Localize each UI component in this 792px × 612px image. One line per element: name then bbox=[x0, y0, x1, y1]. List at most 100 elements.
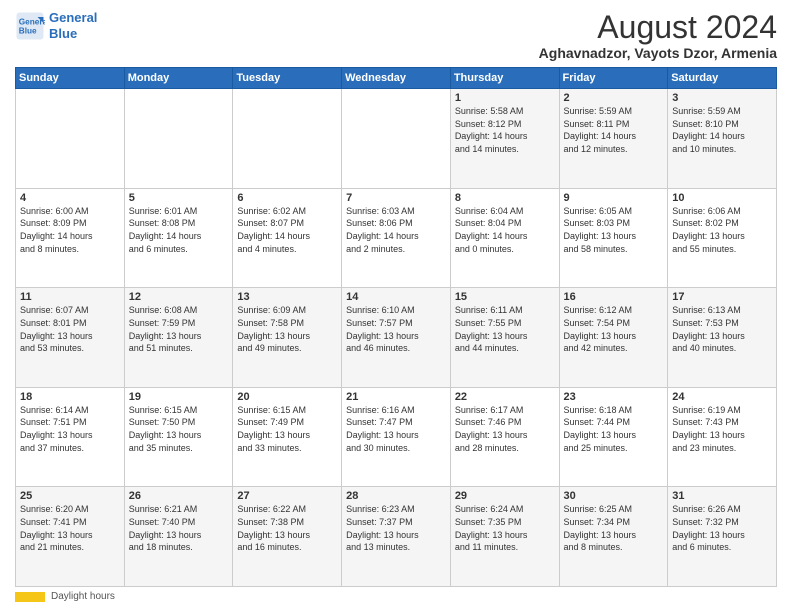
day-number: 10 bbox=[672, 192, 772, 204]
daylight-bar-icon bbox=[15, 592, 45, 602]
calendar-cell: 21Sunrise: 6:16 AM Sunset: 7:47 PM Dayli… bbox=[342, 387, 451, 487]
logo-icon: General Blue bbox=[15, 11, 45, 41]
calendar-cell: 17Sunrise: 6:13 AM Sunset: 7:53 PM Dayli… bbox=[668, 288, 777, 388]
main-title: August 2024 bbox=[539, 10, 777, 45]
calendar-week-row: 11Sunrise: 6:07 AM Sunset: 8:01 PM Dayli… bbox=[16, 288, 777, 388]
day-number: 31 bbox=[672, 490, 772, 502]
calendar-cell: 1Sunrise: 5:58 AM Sunset: 8:12 PM Daylig… bbox=[450, 89, 559, 189]
calendar-cell: 18Sunrise: 6:14 AM Sunset: 7:51 PM Dayli… bbox=[16, 387, 125, 487]
calendar-cell: 4Sunrise: 6:00 AM Sunset: 8:09 PM Daylig… bbox=[16, 188, 125, 288]
calendar-cell: 8Sunrise: 6:04 AM Sunset: 8:04 PM Daylig… bbox=[450, 188, 559, 288]
calendar-cell: 24Sunrise: 6:19 AM Sunset: 7:43 PM Dayli… bbox=[668, 387, 777, 487]
day-info: Sunrise: 6:05 AM Sunset: 8:03 PM Dayligh… bbox=[564, 205, 664, 255]
day-info: Sunrise: 6:01 AM Sunset: 8:08 PM Dayligh… bbox=[129, 205, 229, 255]
day-number: 23 bbox=[564, 391, 664, 403]
calendar-cell: 20Sunrise: 6:15 AM Sunset: 7:49 PM Dayli… bbox=[233, 387, 342, 487]
calendar-cell: 5Sunrise: 6:01 AM Sunset: 8:08 PM Daylig… bbox=[124, 188, 233, 288]
calendar-cell: 28Sunrise: 6:23 AM Sunset: 7:37 PM Dayli… bbox=[342, 487, 451, 587]
calendar-cell bbox=[16, 89, 125, 189]
calendar-cell: 22Sunrise: 6:17 AM Sunset: 7:46 PM Dayli… bbox=[450, 387, 559, 487]
calendar-week-row: 4Sunrise: 6:00 AM Sunset: 8:09 PM Daylig… bbox=[16, 188, 777, 288]
day-number: 24 bbox=[672, 391, 772, 403]
calendar-cell: 13Sunrise: 6:09 AM Sunset: 7:58 PM Dayli… bbox=[233, 288, 342, 388]
day-number: 8 bbox=[455, 192, 555, 204]
day-info: Sunrise: 6:14 AM Sunset: 7:51 PM Dayligh… bbox=[20, 404, 120, 454]
day-info: Sunrise: 6:20 AM Sunset: 7:41 PM Dayligh… bbox=[20, 503, 120, 553]
calendar-cell: 15Sunrise: 6:11 AM Sunset: 7:55 PM Dayli… bbox=[450, 288, 559, 388]
day-info: Sunrise: 6:25 AM Sunset: 7:34 PM Dayligh… bbox=[564, 503, 664, 553]
day-info: Sunrise: 6:06 AM Sunset: 8:02 PM Dayligh… bbox=[672, 205, 772, 255]
day-info: Sunrise: 5:59 AM Sunset: 8:11 PM Dayligh… bbox=[564, 105, 664, 155]
calendar-header-wednesday: Wednesday bbox=[342, 68, 451, 89]
day-number: 27 bbox=[237, 490, 337, 502]
day-number: 6 bbox=[237, 192, 337, 204]
day-number: 20 bbox=[237, 391, 337, 403]
footer-label: Daylight hours bbox=[51, 591, 115, 602]
day-info: Sunrise: 6:09 AM Sunset: 7:58 PM Dayligh… bbox=[237, 304, 337, 354]
day-info: Sunrise: 6:02 AM Sunset: 8:07 PM Dayligh… bbox=[237, 205, 337, 255]
calendar-cell: 11Sunrise: 6:07 AM Sunset: 8:01 PM Dayli… bbox=[16, 288, 125, 388]
calendar-header-friday: Friday bbox=[559, 68, 668, 89]
calendar-cell: 16Sunrise: 6:12 AM Sunset: 7:54 PM Dayli… bbox=[559, 288, 668, 388]
day-info: Sunrise: 6:00 AM Sunset: 8:09 PM Dayligh… bbox=[20, 205, 120, 255]
day-number: 26 bbox=[129, 490, 229, 502]
day-number: 14 bbox=[346, 291, 446, 303]
header: General Blue General Blue August 2024 Ag… bbox=[15, 10, 777, 61]
calendar-header-saturday: Saturday bbox=[668, 68, 777, 89]
day-info: Sunrise: 6:15 AM Sunset: 7:50 PM Dayligh… bbox=[129, 404, 229, 454]
day-number: 5 bbox=[129, 192, 229, 204]
calendar-cell: 23Sunrise: 6:18 AM Sunset: 7:44 PM Dayli… bbox=[559, 387, 668, 487]
day-number: 4 bbox=[20, 192, 120, 204]
title-block: August 2024 Aghavnadzor, Vayots Dzor, Ar… bbox=[539, 10, 777, 61]
day-number: 29 bbox=[455, 490, 555, 502]
calendar-week-row: 1Sunrise: 5:58 AM Sunset: 8:12 PM Daylig… bbox=[16, 89, 777, 189]
day-number: 17 bbox=[672, 291, 772, 303]
day-number: 28 bbox=[346, 490, 446, 502]
day-number: 13 bbox=[237, 291, 337, 303]
day-info: Sunrise: 6:24 AM Sunset: 7:35 PM Dayligh… bbox=[455, 503, 555, 553]
calendar-cell: 7Sunrise: 6:03 AM Sunset: 8:06 PM Daylig… bbox=[342, 188, 451, 288]
day-info: Sunrise: 6:13 AM Sunset: 7:53 PM Dayligh… bbox=[672, 304, 772, 354]
calendar-cell: 27Sunrise: 6:22 AM Sunset: 7:38 PM Dayli… bbox=[233, 487, 342, 587]
day-info: Sunrise: 6:18 AM Sunset: 7:44 PM Dayligh… bbox=[564, 404, 664, 454]
day-number: 12 bbox=[129, 291, 229, 303]
day-info: Sunrise: 6:07 AM Sunset: 8:01 PM Dayligh… bbox=[20, 304, 120, 354]
day-number: 18 bbox=[20, 391, 120, 403]
calendar-cell: 12Sunrise: 6:08 AM Sunset: 7:59 PM Dayli… bbox=[124, 288, 233, 388]
day-info: Sunrise: 6:22 AM Sunset: 7:38 PM Dayligh… bbox=[237, 503, 337, 553]
day-number: 2 bbox=[564, 92, 664, 104]
day-number: 9 bbox=[564, 192, 664, 204]
day-number: 30 bbox=[564, 490, 664, 502]
day-info: Sunrise: 6:17 AM Sunset: 7:46 PM Dayligh… bbox=[455, 404, 555, 454]
logo-text: General Blue bbox=[49, 10, 97, 41]
calendar-week-row: 25Sunrise: 6:20 AM Sunset: 7:41 PM Dayli… bbox=[16, 487, 777, 587]
day-info: Sunrise: 6:21 AM Sunset: 7:40 PM Dayligh… bbox=[129, 503, 229, 553]
calendar-header-sunday: Sunday bbox=[16, 68, 125, 89]
calendar-cell: 25Sunrise: 6:20 AM Sunset: 7:41 PM Dayli… bbox=[16, 487, 125, 587]
calendar-cell: 2Sunrise: 5:59 AM Sunset: 8:11 PM Daylig… bbox=[559, 89, 668, 189]
day-info: Sunrise: 6:08 AM Sunset: 7:59 PM Dayligh… bbox=[129, 304, 229, 354]
calendar-header-tuesday: Tuesday bbox=[233, 68, 342, 89]
calendar-cell: 9Sunrise: 6:05 AM Sunset: 8:03 PM Daylig… bbox=[559, 188, 668, 288]
day-info: Sunrise: 6:04 AM Sunset: 8:04 PM Dayligh… bbox=[455, 205, 555, 255]
day-info: Sunrise: 6:26 AM Sunset: 7:32 PM Dayligh… bbox=[672, 503, 772, 553]
calendar-cell: 10Sunrise: 6:06 AM Sunset: 8:02 PM Dayli… bbox=[668, 188, 777, 288]
calendar-cell: 26Sunrise: 6:21 AM Sunset: 7:40 PM Dayli… bbox=[124, 487, 233, 587]
page: General Blue General Blue August 2024 Ag… bbox=[0, 0, 792, 612]
calendar-cell: 19Sunrise: 6:15 AM Sunset: 7:50 PM Dayli… bbox=[124, 387, 233, 487]
day-number: 7 bbox=[346, 192, 446, 204]
calendar-cell: 14Sunrise: 6:10 AM Sunset: 7:57 PM Dayli… bbox=[342, 288, 451, 388]
day-info: Sunrise: 6:03 AM Sunset: 8:06 PM Dayligh… bbox=[346, 205, 446, 255]
day-number: 21 bbox=[346, 391, 446, 403]
day-info: Sunrise: 6:10 AM Sunset: 7:57 PM Dayligh… bbox=[346, 304, 446, 354]
day-info: Sunrise: 5:59 AM Sunset: 8:10 PM Dayligh… bbox=[672, 105, 772, 155]
day-info: Sunrise: 6:23 AM Sunset: 7:37 PM Dayligh… bbox=[346, 503, 446, 553]
svg-text:Blue: Blue bbox=[19, 26, 37, 35]
day-number: 1 bbox=[455, 92, 555, 104]
subtitle: Aghavnadzor, Vayots Dzor, Armenia bbox=[539, 45, 777, 61]
calendar-table: SundayMondayTuesdayWednesdayThursdayFrid… bbox=[15, 67, 777, 587]
day-number: 3 bbox=[672, 92, 772, 104]
calendar-header-thursday: Thursday bbox=[450, 68, 559, 89]
calendar-cell: 29Sunrise: 6:24 AM Sunset: 7:35 PM Dayli… bbox=[450, 487, 559, 587]
day-number: 15 bbox=[455, 291, 555, 303]
